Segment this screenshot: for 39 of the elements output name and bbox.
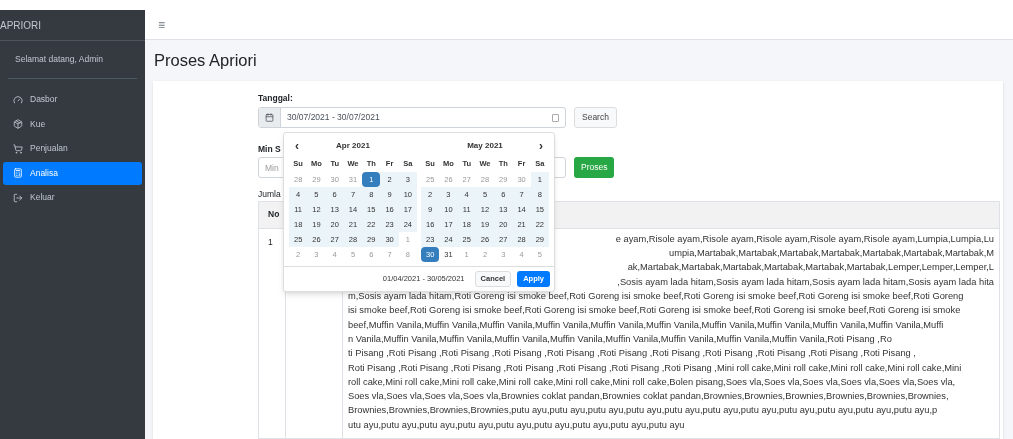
previous-month-button[interactable]: ‹ bbox=[289, 139, 305, 152]
date-range-value: 30/07/2021 - 30/07/2021 bbox=[286, 111, 381, 125]
itemset-text: ak,Martabak,Martabak,Martabak,Martabak,Martabak,Martabak,Lemper,Lemper,Lemper,L bbox=[627, 261, 994, 275]
calculator-icon bbox=[13, 168, 23, 178]
menu-button[interactable]: ≡ bbox=[158, 15, 165, 34]
welcome-text: Selamat datang, Admin bbox=[14, 53, 103, 66]
count-label: Jumla bbox=[258, 187, 281, 201]
box-icon bbox=[13, 119, 23, 129]
calendar-icon bbox=[265, 113, 274, 123]
cart-icon bbox=[13, 143, 23, 154]
itemset-text: m,Sosis ayam lada hitam,Roti Goreng isi smoke beef,Roti Goreng isi smoke beef,Roti Goreng isi smoke beef,Roti Goreng isi smoke beef,Roti Goreng bbox=[348, 290, 964, 304]
sidebar-item[interactable]: Penjualan bbox=[3, 137, 142, 160]
itemset-text: e ayam,Risole ayam,Risole ayam,Risole ayam,Risole ayam,Risole ayam,Lumpia,Lumpia,Lu bbox=[615, 232, 994, 246]
itemset-text: ,Sosis ayam lada hitam,Sosis ayam lada hitam,Sosis ayam lada hitam,Sosis ayam lada hita bbox=[617, 275, 994, 289]
itemset-text: utu ayu,putu ayu,putu ayu,putu ayu,putu ayu,putu ayu,putu ayu,putu ayu,putu ayu bbox=[348, 418, 685, 432]
sidebar-item[interactable]: Analisa bbox=[3, 161, 142, 185]
itemset-text: roll cake,Mini roll cake,Mini roll cake,Mini roll cake,Mini roll cake,Mini roll cake,Bolen pisang,Soes vla,Soes vla,Soes vla,Soes vla,Soes vla,Soes vla, bbox=[348, 375, 956, 389]
gauge-icon bbox=[13, 94, 23, 105]
date-label: Tanggal: bbox=[258, 91, 294, 105]
itemset-text: beef,Muffin Vanila,Muffin Vanila,Muffin Vanila,Muffin Vanila,Muffin Vanila,Muffin Vanila,Muffin Vanila,Muffin Vanila,Muffin Vanila,Muffin Vanila,Muffi bbox=[348, 318, 944, 332]
sign-out-icon bbox=[13, 192, 23, 203]
month-title: May 2021 bbox=[466, 139, 504, 152]
date-range-field[interactable]: 30/07/2021 - 30/07/2021 bbox=[258, 107, 566, 129]
sidebar-item[interactable]: Keluar bbox=[3, 186, 142, 209]
itemset-text: Roti Pisang ,Roti Pisang ,Roti Pisang ,Roti Pisang ,Roti Pisang ,Roti Pisang ,Roti Pisang ,Mini roll cake,Mini roll cake,Mini roll cake,Mini roll cake,Mini bbox=[348, 361, 962, 375]
itemset-text: umpia,Martabak,Martabak,Martabak,Martabak,Martabak,Martabak,Martabak,M bbox=[669, 247, 994, 261]
itemset-text: ti Pisang ,Roti Pisang ,Roti Pisang ,Roti Pisang ,Roti Pisang ,Roti Pisang ,Roti Pisang ,Roti Pisang ,Roti Pisang ,Roti Pisang ,Roti Pisang , bbox=[348, 347, 916, 361]
page-title: Proses Apriori bbox=[153, 50, 258, 72]
itemset-text: Brownies,Brownies,Brownies,Brownies,putu ayu,putu ayu,putu ayu,putu ayu,putu ayu,putu ayu,putu ayu,putu ayu,putu ayu,putu ayu,putu ayu,p bbox=[348, 404, 938, 418]
month-title: Apr 2021 bbox=[335, 139, 371, 152]
sidebar-item[interactable]: Dasbor bbox=[3, 88, 142, 111]
sidebar-item[interactable]: Kue bbox=[3, 112, 142, 136]
itemset-text: Soes vla,Soes vla,Soes vla,Soes vla,Brownies coklat pandan,Brownies coklat pandan,Brownies,Brownies,Brownies,Brownies,Brownies,Brownies, bbox=[348, 390, 949, 404]
next-month-button[interactable]: › bbox=[533, 139, 549, 152]
clear-icon bbox=[551, 113, 559, 122]
search-button[interactable]: Search bbox=[574, 107, 617, 129]
itemset-text: isi smoke beef,Roti Goreng isi smoke beef,Roti Goreng isi smoke beef,Roti Goreng isi smoke beef,Roti Goreng isi smoke beef,Roti Goreng isi smoke bbox=[348, 304, 961, 318]
min-support-label: Min S bbox=[258, 142, 281, 156]
itemset-text: n Vanila,Muffin Vanila,Muffin Vanila,Muffin Vanila,Muffin Vanila,Muffin Vanila,Muffin Vanila,Muffin Vanila,Muffin Vanila,Roti Pisang ,Ro bbox=[348, 332, 892, 346]
